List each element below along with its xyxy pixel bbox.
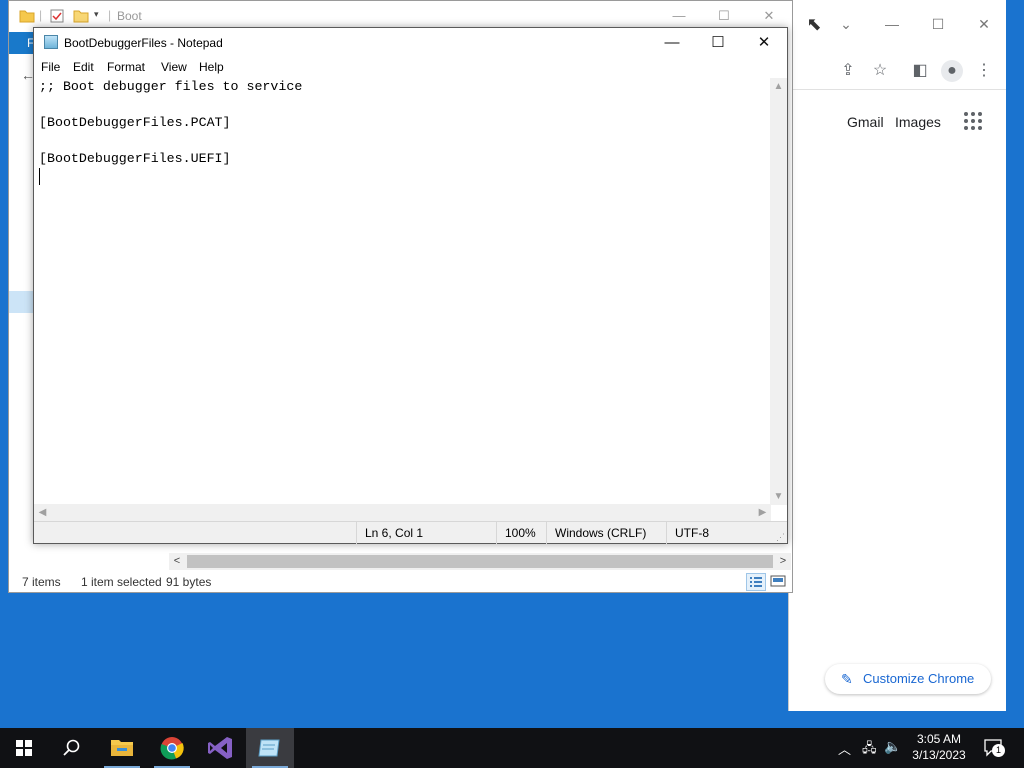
visual-studio-icon (208, 737, 232, 759)
mouse-cursor-icon: ⬉ (806, 14, 822, 34)
separator: | (39, 8, 43, 22)
vertical-scrollbar[interactable]: ▲ ▼ (770, 78, 787, 505)
scroll-left-icon[interactable]: ◀ (34, 504, 51, 521)
notification-badge: 1 (992, 744, 1005, 757)
volume-icon[interactable]: 🔈 (884, 738, 901, 755)
items-count: 7 items (22, 575, 61, 589)
tab-search-icon[interactable]: ⌄ (831, 10, 861, 38)
network-icon[interactable]: 🖧 (862, 739, 877, 761)
chrome-icon (160, 737, 184, 760)
action-center-button[interactable]: 1 (983, 738, 1005, 758)
scroll-thumb[interactable] (187, 555, 773, 568)
nav-pane-selected-item[interactable] (9, 291, 35, 313)
new-folder-icon[interactable] (73, 8, 89, 24)
google-apps-icon[interactable] (964, 112, 982, 130)
chrome-toolbar: ⇪ ☆ ◧ ● ⋮ (789, 52, 1006, 90)
menu-bar: File Edit Format View Help (34, 57, 787, 77)
text-line (39, 96, 771, 114)
menu-view[interactable]: View (161, 60, 187, 74)
close-button[interactable]: ✕ (749, 5, 789, 27)
text-line (39, 132, 771, 150)
notepad-status-bar: Ln 6, Col 1 100% Windows (CRLF) UTF-8 ⋰ (34, 521, 787, 544)
minimize-button[interactable]: — (649, 28, 695, 57)
bookmark-star-icon[interactable]: ☆ (869, 60, 891, 82)
menu-edit[interactable]: Edit (73, 60, 94, 74)
explorer-status-bar: 7 items 1 item selected 91 bytes (9, 573, 792, 593)
show-hidden-icons-icon[interactable]: ︿ (838, 739, 851, 758)
more-menu-icon[interactable]: ⋮ (973, 60, 995, 82)
chrome-window: ⬉ ⌄ — ☐ ✕ ⇪ ☆ ◧ ● ⋮ Gmail Images ✎ Custo… (788, 0, 1006, 711)
horizontal-scrollbar[interactable]: ◀ ▶ (34, 504, 771, 521)
window-title: BootDebuggerFiles - Notepad (64, 36, 223, 50)
windows-logo-icon (16, 740, 32, 756)
minimize-button[interactable]: — (877, 10, 907, 38)
customize-chrome-label: Customize Chrome (863, 671, 975, 686)
text-line: ;; Boot debugger files to service (39, 79, 303, 94)
close-button[interactable]: ✕ (969, 10, 999, 38)
notepad-window: BootDebuggerFiles - Notepad — ☐ ✕ File E… (33, 27, 788, 544)
clock-date: 3/13/2023 (912, 748, 966, 762)
text-line: [BootDebuggerFiles.PCAT] (39, 115, 231, 130)
menu-format[interactable]: Format (107, 60, 145, 74)
search-icon (63, 739, 80, 756)
cursor-position: Ln 6, Col 1 (356, 522, 496, 544)
close-button[interactable]: ✕ (741, 28, 787, 57)
line-ending: Windows (CRLF) (546, 522, 666, 544)
encoding: UTF-8 (666, 522, 787, 544)
text-line-current (39, 168, 771, 186)
scroll-right-icon[interactable]: ▶ (754, 504, 771, 521)
scroll-left-icon[interactable]: < (169, 553, 185, 570)
menu-file[interactable]: File (41, 60, 60, 74)
notepad-icon (258, 739, 280, 757)
menu-help[interactable]: Help (199, 60, 224, 74)
clock[interactable]: 3:05 AM 3/13/2023 (905, 731, 973, 763)
share-icon[interactable]: ⇪ (837, 60, 859, 82)
minimize-button[interactable]: — (659, 5, 699, 27)
text-caret (39, 168, 40, 185)
chrome-titlebar: ⬉ ⌄ — ☐ ✕ (789, 0, 1006, 52)
folder-icon (19, 10, 35, 23)
gmail-link[interactable]: Gmail (847, 114, 884, 130)
pencil-icon: ✎ (841, 671, 853, 687)
search-button[interactable] (48, 728, 96, 768)
ribbon-file-tab[interactable]: F (9, 32, 35, 54)
separator: | (108, 8, 112, 22)
quick-access-dropdown-icon[interactable]: ▾ (94, 9, 99, 20)
maximize-button[interactable]: ☐ (923, 10, 953, 38)
maximize-button[interactable]: ☐ (695, 28, 741, 57)
notepad-titlebar: BootDebuggerFiles - Notepad — ☐ ✕ (34, 28, 787, 57)
properties-icon[interactable] (49, 8, 65, 24)
clock-time: 3:05 AM (916, 732, 962, 746)
taskbar-visual-studio[interactable] (197, 728, 245, 768)
taskbar: ︿ 🖧 🔈 3:05 AM 3/13/2023 1 (0, 728, 1024, 768)
taskbar-chrome[interactable] (148, 728, 196, 768)
window-title: Boot (117, 9, 142, 23)
taskbar-notepad[interactable] (246, 728, 294, 768)
file-explorer-icon (111, 740, 133, 756)
text-editor[interactable]: ;; Boot debugger files to service [BootD… (34, 78, 771, 505)
scroll-right-icon[interactable]: > (775, 553, 791, 570)
scroll-up-icon[interactable]: ▲ (770, 78, 787, 95)
profile-avatar-icon[interactable]: ● (941, 60, 963, 82)
selected-count: 1 item selected (81, 575, 162, 589)
details-view-icon[interactable] (746, 573, 766, 591)
start-button[interactable] (0, 728, 48, 768)
images-link[interactable]: Images (895, 114, 941, 130)
notepad-app-icon (44, 35, 58, 49)
scroll-down-icon[interactable]: ▼ (770, 488, 787, 505)
zoom-level: 100% (496, 522, 546, 544)
customize-chrome-button[interactable]: ✎ Customize Chrome (825, 664, 991, 694)
taskbar-file-explorer[interactable] (98, 728, 146, 768)
resize-grip-icon[interactable]: ⋰ (776, 532, 786, 542)
selected-size: 91 bytes (166, 575, 212, 589)
large-icons-view-icon[interactable] (769, 573, 789, 591)
text-line: [BootDebuggerFiles.UEFI] (39, 151, 231, 166)
side-panel-icon[interactable]: ◧ (909, 60, 931, 82)
horizontal-scrollbar[interactable]: < > (169, 553, 791, 570)
maximize-button[interactable]: ☐ (704, 5, 744, 27)
